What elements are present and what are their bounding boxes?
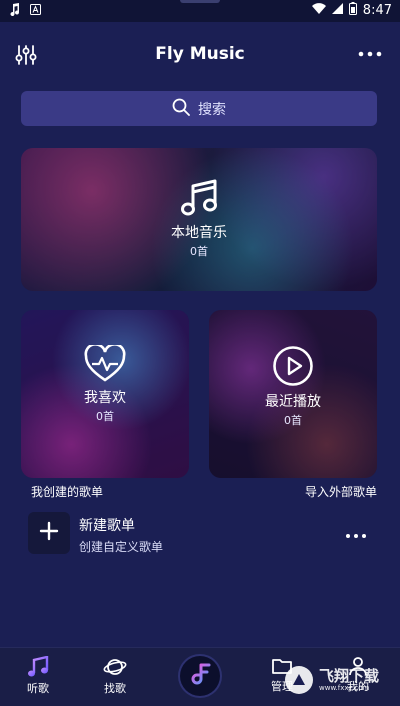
status-bar: 8:47 (0, 0, 400, 22)
playlist-more-icon[interactable] (345, 526, 367, 538)
music-note-icon (10, 3, 20, 20)
search-bar[interactable]: 搜索 (21, 91, 377, 126)
watermark: 飞翔下载 www.fxxz.com (285, 660, 395, 700)
recent-count: 0首 (284, 414, 302, 427)
planet-icon (85, 656, 145, 678)
app-header: Fly Music (0, 22, 400, 88)
recent-label: 最近播放 (265, 394, 321, 410)
search-icon (172, 98, 190, 120)
nav-listen[interactable]: 听歌 (8, 656, 68, 696)
local-music-label: 本地音乐 (171, 225, 227, 241)
recent-card[interactable]: 最近播放 0首 (209, 310, 377, 478)
search-placeholder: 搜索 (198, 101, 226, 118)
favorites-label: 我喜欢 (84, 390, 126, 406)
signal-icon (331, 3, 343, 18)
favorites-count: 0首 (96, 410, 114, 423)
nav-discover[interactable]: 找歌 (85, 656, 145, 696)
app-title: Fly Music (155, 44, 245, 64)
text-a-icon (30, 4, 41, 19)
app-logo-button[interactable] (180, 656, 220, 696)
music-note-nav-icon (8, 656, 68, 678)
new-playlist-row[interactable]: 新建歌单 创建自定义歌单 (28, 512, 378, 556)
status-time: 8:47 (362, 3, 392, 18)
new-playlist-subtitle: 创建自定义歌单 (79, 540, 164, 554)
camera-notch (180, 0, 220, 3)
favorites-card[interactable]: 我喜欢 0首 (21, 310, 189, 478)
play-circle-icon (209, 345, 377, 387)
watermark-logo-icon (285, 666, 313, 694)
wifi-icon (311, 3, 326, 18)
battery-icon (348, 2, 357, 19)
plus-icon (39, 521, 59, 545)
nav-discover-label: 找歌 (104, 682, 126, 695)
watermark-brand: 飞翔下载 (319, 666, 380, 685)
local-music-count: 0首 (190, 245, 208, 258)
more-icon[interactable] (356, 46, 384, 62)
new-playlist-title: 新建歌单 (79, 518, 135, 534)
app-logo-icon (188, 662, 212, 690)
local-music-card[interactable]: 本地音乐 0首 (21, 148, 377, 291)
watermark-url: www.fxxz.com (319, 683, 370, 692)
import-playlists-tab[interactable]: 导入外部歌单 (305, 483, 377, 500)
nav-listen-label: 听歌 (27, 682, 49, 695)
heart-pulse-icon (21, 345, 189, 383)
my-playlists-tab[interactable]: 我创建的歌单 (31, 483, 103, 500)
add-playlist-button[interactable] (28, 512, 70, 554)
music-notes-icon (21, 178, 377, 218)
